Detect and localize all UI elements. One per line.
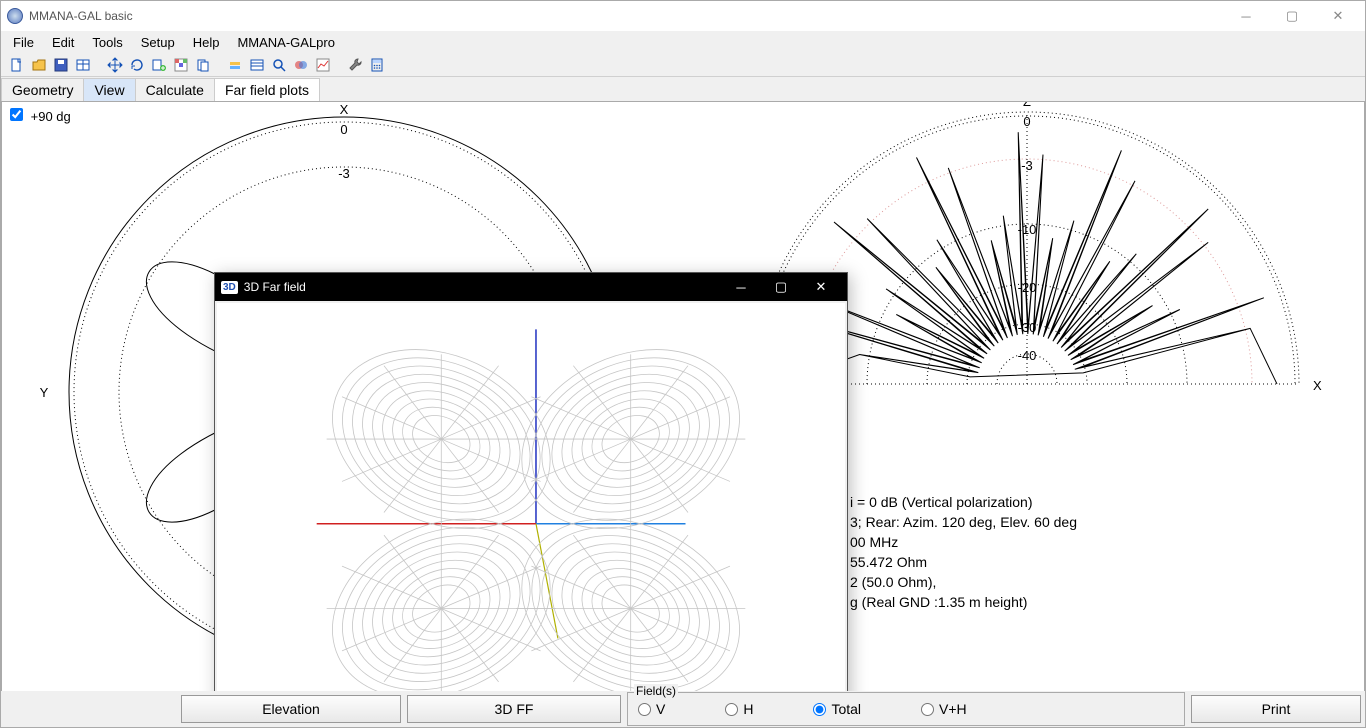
print-button[interactable]: Print [1191, 695, 1361, 723]
wrench-icon[interactable] [345, 55, 365, 75]
title-bar: MMANA-GAL basic ─ ▢ ✕ [1, 1, 1365, 31]
clip-icon[interactable] [193, 55, 213, 75]
fields-radio-vh[interactable]: V+H [921, 701, 967, 717]
modal-titlebar[interactable]: 3D 3D Far field ─ ▢ ✕ [215, 273, 847, 301]
modal-minimize-button[interactable]: ─ [721, 280, 761, 295]
info-line: i = 0 dB (Vertical polarization) [850, 492, 1077, 512]
toolbar [1, 53, 1365, 77]
overlap-icon[interactable] [291, 55, 311, 75]
maximize-button[interactable]: ▢ [1269, 2, 1315, 30]
fields-group: Field(s) V H Total V+H [627, 692, 1185, 726]
stack-icon[interactable] [225, 55, 245, 75]
menu-tools[interactable]: Tools [84, 33, 130, 52]
info-block: i = 0 dB (Vertical polarization) 3; Rear… [850, 492, 1077, 612]
search-icon[interactable] [269, 55, 289, 75]
fields-radio-v-label: V [656, 701, 665, 717]
svg-text:X: X [340, 102, 349, 117]
svg-text:Z: Z [1023, 101, 1031, 109]
app-title: MMANA-GAL basic [29, 9, 1223, 23]
az-ring-3: -3 [338, 166, 350, 181]
fields-radio-h-label: H [743, 701, 753, 717]
info-line: 00 MHz [850, 532, 1077, 552]
open-icon[interactable] [29, 55, 49, 75]
fields-radio-v[interactable]: V [638, 701, 665, 717]
menu-file[interactable]: File [5, 33, 42, 52]
modal-3d-canvas[interactable] [217, 303, 845, 691]
info-line: 55.472 Ohm [850, 552, 1077, 572]
tab-bar: Geometry View Calculate Far field plots [1, 77, 1365, 101]
fields-radio-vh-label: V+H [939, 701, 967, 717]
3dff-button[interactable]: 3D FF [407, 695, 621, 723]
close-button[interactable]: ✕ [1315, 2, 1361, 30]
checker-icon[interactable] [171, 55, 191, 75]
tab-calculate[interactable]: Calculate [135, 78, 215, 101]
el-ring-40: -40 [1018, 348, 1037, 363]
elevation-button[interactable]: Elevation [181, 695, 401, 723]
menu-pro[interactable]: MMANA-GALpro [229, 33, 343, 52]
tab-view[interactable]: View [83, 78, 135, 101]
fields-radio-total-label: Total [831, 701, 861, 717]
table2-icon[interactable] [247, 55, 267, 75]
table-icon[interactable] [73, 55, 93, 75]
info-line: g (Real GND :1.35 m height) [850, 592, 1077, 612]
az-ring-0: 0 [340, 122, 347, 137]
tab-geometry[interactable]: Geometry [1, 78, 84, 101]
fields-radio-total[interactable]: Total [813, 701, 861, 717]
menu-setup[interactable]: Setup [133, 33, 183, 52]
minimize-button[interactable]: ─ [1223, 2, 1269, 30]
main-window: MMANA-GAL basic ─ ▢ ✕ File Edit Tools Se… [0, 0, 1366, 728]
info-line: 3; Rear: Azim. 120 deg, Elev. 60 deg [850, 512, 1077, 532]
calc-icon[interactable] [367, 55, 387, 75]
el-ring-0: 0 [1023, 114, 1030, 129]
tab-far-field[interactable]: Far field plots [214, 78, 320, 101]
bottom-bar: Elevation 3D FF Field(s) V H Total V+H P… [1, 691, 1365, 727]
plus-icon[interactable] [149, 55, 169, 75]
el-ring-20: -20 [1018, 280, 1037, 295]
menu-help[interactable]: Help [185, 33, 228, 52]
menu-edit[interactable]: Edit [44, 33, 82, 52]
el-ring-3: -3 [1021, 158, 1033, 173]
new-file-icon[interactable] [7, 55, 27, 75]
save-icon[interactable] [51, 55, 71, 75]
svg-text:Y: Y [40, 385, 49, 400]
chart-icon[interactable] [313, 55, 333, 75]
modal-3d-icon: 3D [221, 281, 238, 294]
svg-text:X: X [1313, 378, 1322, 393]
app-icon [7, 8, 23, 24]
info-line: 2 (50.0 Ohm), [850, 572, 1077, 592]
fields-legend: Field(s) [634, 684, 678, 698]
rotate-icon[interactable] [127, 55, 147, 75]
modal-3d-far-field: 3D 3D Far field ─ ▢ ✕ [214, 272, 848, 691]
modal-close-button[interactable]: ✕ [801, 279, 841, 295]
move-icon[interactable] [105, 55, 125, 75]
menu-bar: File Edit Tools Setup Help MMANA-GALpro [1, 31, 1365, 53]
fields-radio-h[interactable]: H [725, 701, 753, 717]
modal-title: 3D Far field [244, 280, 306, 294]
modal-maximize-button[interactable]: ▢ [761, 279, 801, 295]
plot-area: +90 dg X Y 0 -3 [1, 101, 1365, 691]
